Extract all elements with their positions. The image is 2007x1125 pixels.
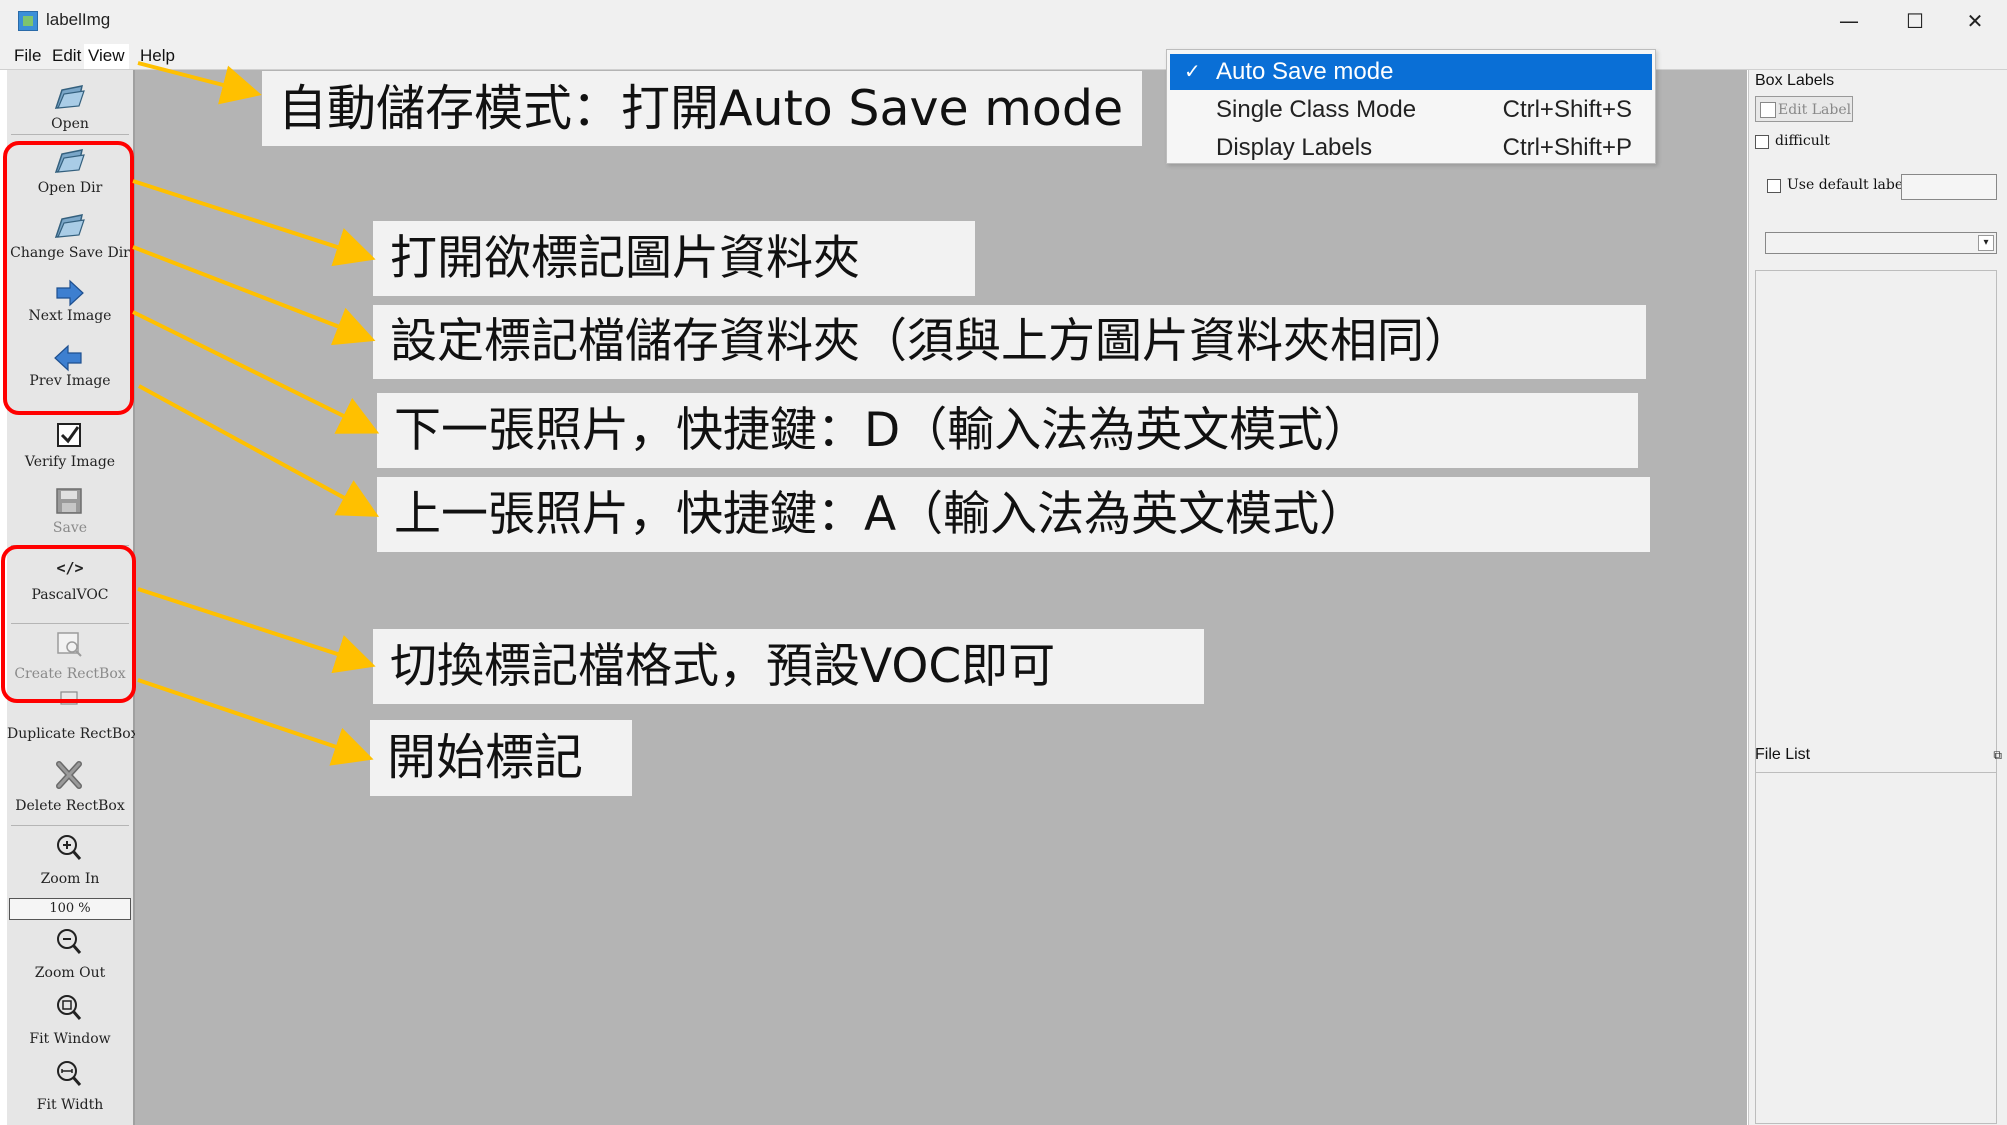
check-icon: ✓ — [1184, 61, 1201, 83]
save-label: Save — [52, 520, 88, 536]
folder-open-icon — [54, 85, 85, 109]
box-labels-list[interactable] — [1755, 270, 1997, 804]
difficult-checkbox[interactable] — [1755, 135, 1769, 149]
verify-image-label: Verify Image — [24, 454, 116, 470]
delete-x-icon — [56, 761, 82, 789]
zoom-in-icon — [57, 835, 82, 860]
menu-item-shortcut: Ctrl+Shift+P — [1502, 134, 1632, 161]
minimize-button[interactable]: — — [1827, 6, 1871, 36]
annotation-next-image: 下一張照片，快捷鍵：D（輸入法為英文模式） — [377, 393, 1638, 468]
view-menu-dropdown: ✓ Auto Save mode Single Class Mode Ctrl+… — [1166, 49, 1656, 164]
highlight-box-navigation — [3, 141, 134, 415]
default-label-input[interactable] — [1901, 174, 1997, 200]
delete-rectbox-label: Delete RectBox — [15, 798, 125, 814]
right-dock: Box Labels Edit Label difficult Use defa… — [1748, 70, 2007, 1125]
label-filter-combo[interactable]: ▾ — [1765, 232, 1997, 254]
fit-width-label: Fit Width — [36, 1097, 104, 1113]
menu-item-single-class-mode[interactable]: Single Class Mode Ctrl+Shift+S — [1170, 92, 1652, 128]
fit-width-icon — [57, 1061, 82, 1086]
open-label: Open — [51, 116, 89, 132]
menu-edit[interactable]: Edit — [48, 44, 85, 69]
floppy-disk-icon — [56, 488, 82, 514]
annotation-format: 切換標記檔格式，預設VOC即可 — [373, 629, 1204, 704]
app-icon — [18, 11, 38, 31]
window-title: labelImg — [46, 10, 111, 29]
title-bar: labelImg — ☐ ✕ — [0, 0, 2007, 44]
annotation-prev-image: 上一張照片，快捷鍵：A（輸入法為英文模式） — [377, 477, 1650, 552]
menu-view[interactable]: View — [84, 44, 129, 69]
file-list[interactable] — [1755, 772, 1997, 1124]
annotation-open-dir: 打開欲標記圖片資料夾 — [373, 221, 975, 296]
edit-label-button[interactable]: Edit Label — [1755, 96, 1853, 122]
menu-file[interactable]: File — [10, 44, 45, 69]
annotation-save-dir: 設定標記檔儲存資料夾（須與上方圖片資料夾相同） — [373, 305, 1646, 379]
file-list-title: File List — [1755, 746, 1811, 763]
edit-icon — [1760, 102, 1776, 118]
menu-item-auto-save-mode[interactable]: ✓ Auto Save mode — [1170, 54, 1652, 90]
checkbox-check-icon — [57, 423, 81, 447]
toolbar-divider — [11, 134, 129, 135]
use-default-label-checkbox[interactable] — [1767, 179, 1781, 193]
use-default-label-text: Use default label — [1787, 177, 1908, 193]
annotation-auto-save: 自動儲存模式：打開Auto Save mode — [262, 71, 1142, 146]
box-labels-title: Box Labels — [1755, 72, 1835, 89]
annotation-start: 開始標記 — [370, 720, 632, 796]
menu-bar: File Edit View Help — [0, 44, 2007, 70]
zoom-out-icon — [57, 929, 82, 954]
difficult-label: difficult — [1775, 133, 1830, 149]
menu-item-label: Single Class Mode — [1216, 96, 1417, 123]
edit-label-text: Edit Label — [1778, 102, 1852, 118]
chevron-down-icon: ▾ — [1978, 235, 1994, 251]
menu-item-display-labels[interactable]: Display Labels Ctrl+Shift+P — [1170, 130, 1652, 166]
zoom-level-spinbox[interactable]: 100 % — [9, 898, 131, 920]
menu-item-label: Display Labels — [1216, 134, 1373, 161]
fit-window-icon — [57, 995, 82, 1020]
menu-item-shortcut: Ctrl+Shift+S — [1502, 96, 1632, 123]
toolbar-divider — [11, 825, 129, 826]
zoom-out-label: Zoom Out — [34, 965, 106, 981]
fit-window-label: Fit Window — [29, 1031, 111, 1047]
zoom-in-label: Zoom In — [40, 871, 100, 887]
highlight-box-format — [1, 545, 136, 703]
close-button[interactable]: ✕ — [1953, 6, 1997, 36]
menu-help[interactable]: Help — [136, 44, 179, 69]
duplicate-rectbox-label: Duplicate RectBox — [7, 726, 139, 742]
dock-float-icon[interactable]: ⧉ — [1993, 748, 2002, 763]
menu-item-label: Auto Save mode — [1216, 58, 1394, 85]
maximize-button[interactable]: ☐ — [1893, 6, 1937, 36]
